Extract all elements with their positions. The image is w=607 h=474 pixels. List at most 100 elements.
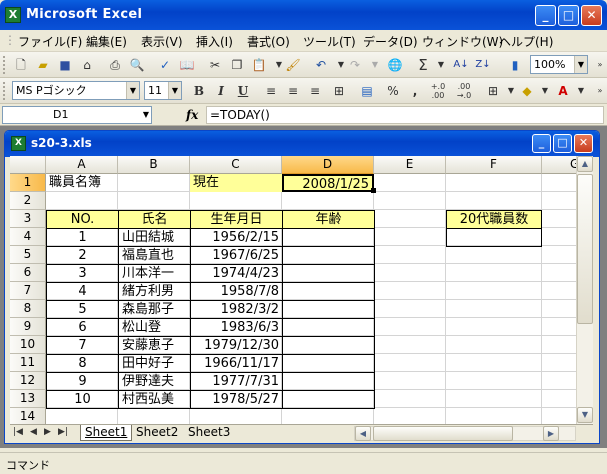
font-size-select[interactable]: 11 ▼ <box>144 81 182 100</box>
col-header-a[interactable]: A <box>46 156 118 174</box>
cell-a4[interactable]: 1 <box>46 228 119 247</box>
cell-a7[interactable]: 4 <box>46 282 119 301</box>
align-left-icon[interactable]: ≡ <box>262 82 280 100</box>
menu-window[interactable]: ウィンドウ(W) <box>422 33 503 50</box>
horizontal-scroll-thumb[interactable] <box>373 426 513 441</box>
font-color-icon[interactable]: A <box>554 82 572 100</box>
cell-d13[interactable] <box>282 390 375 409</box>
header-age[interactable]: 年齢 <box>282 210 375 229</box>
close-button[interactable]: ✕ <box>581 5 602 26</box>
select-all-corner[interactable] <box>10 156 46 174</box>
paste-icon[interactable]: 📋 <box>250 56 268 74</box>
print-icon[interactable]: ⎙ <box>106 56 124 74</box>
spelling-icon[interactable]: ✓ <box>156 56 174 74</box>
cell-a5[interactable]: 2 <box>46 246 119 265</box>
header-no[interactable]: NO. <box>46 210 119 229</box>
chart-wizard-icon[interactable]: ▮ <box>506 56 524 74</box>
cell-c5[interactable]: 1967/6/25 <box>190 246 283 265</box>
cell-d10[interactable] <box>282 336 375 355</box>
app-title-bar[interactable]: X Microsoft Excel _ □ ✕ <box>0 0 607 30</box>
fill-dropdown-icon[interactable]: ▼ <box>536 82 554 100</box>
vertical-scroll-thumb[interactable] <box>577 174 593 324</box>
menu-help[interactable]: ヘルプ(H) <box>499 33 553 50</box>
row-header-14[interactable]: 14 <box>10 408 46 424</box>
col-header-e[interactable]: E <box>374 156 446 174</box>
cell-a11[interactable]: 8 <box>46 354 119 373</box>
row-header-4[interactable]: 4 <box>10 228 46 246</box>
cell-a8[interactable]: 5 <box>46 300 119 319</box>
print-preview-icon[interactable]: 🔍 <box>128 56 146 74</box>
row-header-12[interactable]: 12 <box>10 372 46 390</box>
autosum-icon[interactable]: Σ <box>414 56 432 74</box>
cell-b4[interactable]: 山田結城 <box>118 228 191 247</box>
cell-c9[interactable]: 1983/6/3 <box>190 318 283 337</box>
format-painter-icon[interactable]: 🖌 <box>284 56 302 74</box>
toolbar-options-icon[interactable]: » <box>591 56 607 74</box>
cell-b8[interactable]: 森島那子 <box>118 300 191 319</box>
scroll-left-icon[interactable]: ◀ <box>355 426 371 441</box>
formula-input[interactable]: =TODAY() <box>206 106 604 124</box>
tab-sheet1[interactable]: Sheet1 <box>80 425 133 441</box>
name-box[interactable]: D1 ▼ <box>2 106 152 124</box>
menu-view[interactable]: 表示(V) <box>141 33 183 50</box>
fill-color-icon[interactable]: ◆ <box>518 82 536 100</box>
cell-d9[interactable] <box>282 318 375 337</box>
workbook-maximize-button[interactable]: □ <box>553 134 572 153</box>
menu-format[interactable]: 書式(O) <box>247 33 290 50</box>
cell-c8[interactable]: 1982/3/2 <box>190 300 283 319</box>
align-center-icon[interactable]: ≡ <box>284 82 302 100</box>
cell-d4[interactable] <box>282 228 375 247</box>
header-count[interactable]: 20代職員数 <box>446 210 542 229</box>
copy-icon[interactable]: ❐ <box>228 56 246 74</box>
cell-b9[interactable]: 松山登 <box>118 318 191 337</box>
cell-d6[interactable] <box>282 264 375 283</box>
cell-d12[interactable] <box>282 372 375 391</box>
chevron-down-icon[interactable]: ▼ <box>143 107 149 123</box>
excel-app-icon[interactable]: X <box>5 7 21 23</box>
redo-dropdown-icon[interactable]: ▼ <box>366 56 384 74</box>
worksheet-grid[interactable]: A B C D E F G 1 2 3 4 5 6 7 8 9 10 11 12… <box>10 156 576 424</box>
cell-b7[interactable]: 緒方利男 <box>118 282 191 301</box>
cell-b10[interactable]: 安藤恵子 <box>118 336 191 355</box>
horizontal-scrollbar[interactable]: ◀ ▶ <box>354 426 576 441</box>
menu-insert[interactable]: 挿入(I) <box>196 33 233 50</box>
menu-edit[interactable]: 編集(E) <box>86 33 127 50</box>
minimize-button[interactable]: _ <box>535 5 556 26</box>
row-header-10[interactable]: 10 <box>10 336 46 354</box>
cell-d5[interactable] <box>282 246 375 265</box>
undo-icon[interactable]: ↶ <box>312 56 330 74</box>
cell-c11[interactable]: 1966/11/17 <box>190 354 283 373</box>
font-color-dropdown-icon[interactable]: ▼ <box>572 82 590 100</box>
menu-tools[interactable]: ツール(T) <box>303 33 356 50</box>
scroll-right-icon[interactable]: ▶ <box>543 426 559 441</box>
cell-f4[interactable] <box>446 228 542 247</box>
header-name[interactable]: 氏名 <box>118 210 191 229</box>
scroll-up-icon[interactable]: ▲ <box>577 156 593 172</box>
workbook-minimize-button[interactable]: _ <box>532 134 551 153</box>
col-header-f[interactable]: F <box>446 156 542 174</box>
workbook-close-button[interactable]: ✕ <box>574 134 593 153</box>
decrease-decimal-button[interactable]: .00 →.0 <box>452 82 476 100</box>
cut-icon[interactable]: ✂ <box>206 56 224 74</box>
cell-c13[interactable]: 1978/5/27 <box>190 390 283 409</box>
toolbar-options-icon[interactable]: » <box>591 82 607 100</box>
row-header-5[interactable]: 5 <box>10 246 46 264</box>
menu-data[interactable]: データ(D) <box>363 33 418 50</box>
first-sheet-icon[interactable]: |◀ <box>13 427 23 437</box>
cell-a12[interactable]: 9 <box>46 372 119 391</box>
row-header-2[interactable]: 2 <box>10 192 46 210</box>
bold-button[interactable]: B <box>190 82 208 100</box>
vertical-scrollbar[interactable]: ▲ ▼ <box>576 156 593 424</box>
borders-icon[interactable]: ⊞ <box>484 82 502 100</box>
row-header-7[interactable]: 7 <box>10 282 46 300</box>
underline-button[interactable]: U <box>234 82 252 100</box>
toolbar-grip[interactable] <box>3 56 6 74</box>
redo-icon[interactable]: ↷ <box>346 56 364 74</box>
next-sheet-icon[interactable]: ▶ <box>44 427 51 437</box>
italic-button[interactable]: I <box>212 82 230 100</box>
prev-sheet-icon[interactable]: ◀ <box>30 427 37 437</box>
toolbar-grip[interactable] <box>3 82 6 100</box>
cell-a13[interactable]: 10 <box>46 390 119 409</box>
menu-file[interactable]: ファイル(F) <box>18 33 82 50</box>
cell-d11[interactable] <box>282 354 375 373</box>
